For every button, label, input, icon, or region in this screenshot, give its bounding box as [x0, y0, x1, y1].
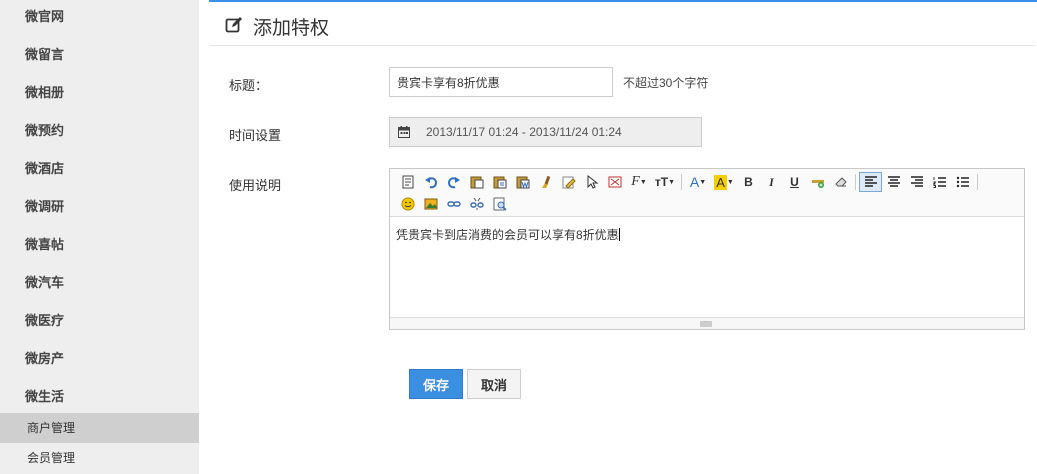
sidebar-item-weidiaoyan[interactable]: 微调研: [0, 188, 199, 226]
sidebar-item-weiqiche[interactable]: 微汽车: [0, 264, 199, 302]
edit-icon: [225, 17, 242, 33]
sidebar-subitem-merchant[interactable]: 商户管理: [0, 413, 199, 443]
sidebar-subitem-members[interactable]: 会员管理: [0, 443, 199, 473]
sidebar-item-weiyiliao[interactable]: 微医疗: [0, 302, 199, 340]
italic-button[interactable]: I: [760, 172, 783, 192]
ordered-list-icon[interactable]: [928, 172, 951, 192]
align-right-icon[interactable]: [905, 172, 928, 192]
editor-content-area[interactable]: 凭贵宾卡到店消费的会员可以享有8折优惠: [390, 218, 1024, 317]
editor-resize-bar[interactable]: [390, 317, 1024, 329]
font-family-label: F: [631, 174, 640, 189]
title-hint: 不超过30个字符: [623, 76, 709, 90]
redo-icon[interactable]: [442, 172, 465, 192]
date-range-picker[interactable]: 2013/11/17 01:24 - 2013/11/24 01:24: [389, 117, 702, 147]
emoticon-icon[interactable]: [396, 194, 419, 214]
sidebar-item-weiguanwang[interactable]: 微官网: [0, 0, 199, 36]
paste-text-icon[interactable]: [488, 172, 511, 192]
bold-button[interactable]: B: [737, 172, 760, 192]
unlink-icon[interactable]: [465, 194, 488, 214]
sidebar-item-weifangchan[interactable]: 微房产: [0, 340, 199, 378]
rich-text-editor: F ▼ тT ▼ A ▼ A ▼ B I U 凭贵宾卡到店消费的会员可以享有8折…: [389, 168, 1025, 330]
clear-format-icon[interactable]: [557, 172, 580, 192]
source-icon[interactable]: [396, 172, 419, 192]
main-content: 添加特权 标题： 不超过30个字符 时间设置 2013/11/17 01:24 …: [199, 0, 1037, 474]
forecolor-label: A: [689, 174, 700, 190]
unordered-list-icon[interactable]: [951, 172, 974, 192]
sidebar-item-weishenghuo[interactable]: 微生活: [0, 378, 199, 416]
toolbar-separator: [855, 174, 856, 190]
sidebar-item-weixiangce[interactable]: 微相册: [0, 74, 199, 112]
fullscreen-icon[interactable]: [603, 172, 626, 192]
paste-icon[interactable]: [465, 172, 488, 192]
calendar-icon: [398, 126, 410, 138]
link-icon[interactable]: [442, 194, 465, 214]
time-label: 时间设置: [229, 128, 282, 143]
select-all-icon[interactable]: [580, 172, 603, 192]
page-title: 添加特权: [253, 18, 330, 39]
font-size-label: тT: [654, 175, 669, 189]
description-label: 使用说明: [229, 178, 282, 193]
bgcolor-button[interactable]: A ▼: [711, 172, 737, 192]
font-size-button[interactable]: тT ▼: [652, 172, 678, 192]
sidebar-item-weixitie[interactable]: 微喜帖: [0, 226, 199, 264]
editor-content-text: 凭贵宾卡到店消费的会员可以享有8折优惠: [396, 228, 619, 242]
page-header: 添加特权: [209, 2, 1035, 46]
date-range-value: 2013/11/17 01:24 - 2013/11/24 01:24: [426, 125, 622, 139]
title-label: 标题：: [229, 78, 269, 93]
forecolor-button[interactable]: A ▼: [685, 172, 711, 192]
eraser-icon[interactable]: [829, 172, 852, 192]
font-family-button[interactable]: F ▼: [626, 172, 652, 192]
title-input[interactable]: [389, 67, 613, 97]
bgcolor-label: A: [714, 174, 727, 190]
align-center-icon[interactable]: [882, 172, 905, 192]
toolbar-separator: [977, 174, 978, 190]
align-left-icon[interactable]: [859, 172, 882, 192]
horizontal-rule-icon[interactable]: [806, 172, 829, 192]
resize-grip-icon[interactable]: [700, 321, 712, 327]
underline-button[interactable]: U: [783, 172, 806, 192]
editor-toolbar: F ▼ тT ▼ A ▼ A ▼ B I U: [390, 169, 1024, 217]
sidebar-item-weiliuyan[interactable]: 微留言: [0, 36, 199, 74]
toolbar-separator: [681, 174, 682, 190]
sidebar-item-weiyuyue[interactable]: 微预约: [0, 112, 199, 150]
cancel-button[interactable]: 取消: [467, 369, 521, 399]
undo-icon[interactable]: [419, 172, 442, 192]
sidebar-item-weijiudian[interactable]: 微酒店: [0, 150, 199, 188]
format-painter-icon[interactable]: [534, 172, 557, 192]
preview-icon[interactable]: [488, 194, 511, 214]
image-icon[interactable]: [419, 194, 442, 214]
save-button[interactable]: 保存: [409, 369, 463, 399]
paste-word-icon[interactable]: [511, 172, 534, 192]
text-caret: [618, 228, 620, 241]
sidebar: 微官网 微留言 微相册 微预约 微酒店 微调研 微喜帖 微汽车 微医疗 微房产 …: [0, 0, 199, 474]
